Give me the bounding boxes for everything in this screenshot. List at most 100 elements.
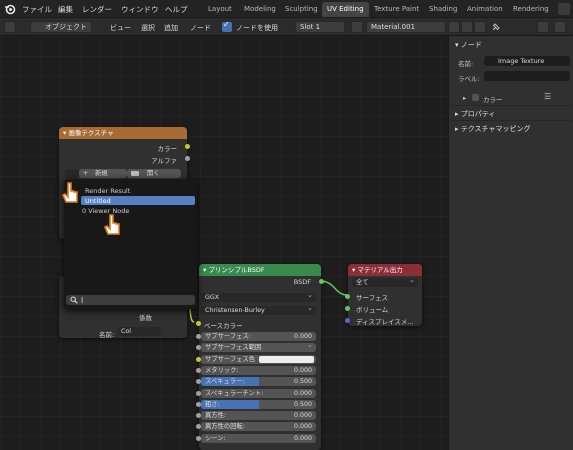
plus-icon: + <box>83 170 89 177</box>
menu-node[interactable]: ノード <box>190 23 211 33</box>
base-color-label: ベースカラー <box>204 322 243 330</box>
bsdf-input-field[interactable]: 粗さ: 0.500 <box>201 399 316 409</box>
displacement-label: ディスプレイスメ... <box>356 318 414 326</box>
tab-uv-editing[interactable]: UV Editing <box>322 2 369 17</box>
tab-modeling[interactable]: Modeling <box>239 2 281 17</box>
pointer-hand-icon <box>104 214 120 235</box>
bsdf-input-label: スペキュラー: <box>205 378 245 386</box>
menu-add[interactable]: 追加 <box>164 23 178 33</box>
bsdf-output-socket[interactable] <box>319 279 324 284</box>
menu-select[interactable]: 選択 <box>141 23 155 33</box>
bsdf-input-value: 0.000 <box>293 389 312 397</box>
menu-view[interactable]: ビュー <box>110 23 131 33</box>
image-browse-popup[interactable]: Render Result Untitled 0 Viewer Node | <box>64 179 197 309</box>
output-node-header[interactable]: ▾ マテリアル出力 <box>348 264 422 276</box>
image-texture-node-title: 画像テクスチャ <box>68 129 114 137</box>
texture-mapping-section-header[interactable]: ▸ テクスチャマッピング <box>455 124 530 134</box>
bsdf-input-field[interactable]: サブサーフェス色 <box>201 354 316 364</box>
bsdf-input-field[interactable]: 異方性の回転: 0.000 <box>201 422 316 432</box>
menu-window[interactable]: ウィンドウ <box>121 4 159 15</box>
tab-layout[interactable]: Layout <box>203 2 237 17</box>
bsdf-input-field[interactable]: 異方性: 0.000 <box>201 411 316 421</box>
properties-section-title: プロパティ <box>460 110 496 118</box>
output-alpha-socket[interactable] <box>185 156 190 161</box>
popup-search-field[interactable]: | <box>66 295 195 305</box>
panel-name-label: 名前: <box>458 60 474 68</box>
editor-type-icon[interactable] <box>4 21 16 33</box>
tab-rendering[interactable]: Rendering <box>508 2 554 17</box>
bsdf-input-field[interactable]: スペキュラーチント: 0.000 <box>201 388 316 398</box>
factor-label: 係数 <box>139 314 152 322</box>
principled-bsdf-node[interactable]: ▾ プリンシプルBSDF BSDF GGX Christensen-Burley… <box>196 264 324 450</box>
displacement-socket[interactable] <box>345 318 350 323</box>
material-browse-icon[interactable] <box>351 21 363 33</box>
new-image-button[interactable]: + 新規 <box>79 169 127 178</box>
image-texture-node-header[interactable]: ▾ 画像テクスチャ <box>59 127 187 139</box>
menu-edit[interactable]: 編集 <box>58 4 73 15</box>
name-field[interactable]: Col <box>117 327 161 336</box>
blender-logo-icon[interactable] <box>4 3 16 15</box>
node-editor-header: オブジェクト ビュー 選択 追加 ノード ノードを使用 Slot 1 Mater… <box>0 18 573 36</box>
open-image-button[interactable]: 開く <box>127 169 181 178</box>
image-browse-icon[interactable] <box>65 169 79 178</box>
menu-file[interactable]: ファイル <box>22 4 52 15</box>
bsdf-input-label: 粗さ: <box>205 400 220 408</box>
bsdf-input-label: 異方性の回転: <box>205 423 245 431</box>
subsurface-method-dropdown[interactable]: Christensen-Burley <box>201 304 316 315</box>
menu-help[interactable]: ヘルプ <box>165 4 188 15</box>
volume-socket[interactable] <box>345 306 350 311</box>
surface-socket[interactable] <box>345 294 350 299</box>
tab-sculpting[interactable]: Sculpting <box>280 2 323 17</box>
output-color-socket[interactable] <box>185 144 190 149</box>
distribution-dropdown[interactable]: GGX <box>201 291 316 302</box>
bsdf-input-label: サブサーフェス: <box>205 333 251 340</box>
color-subpanel-arrow-icon[interactable]: ▸ <box>463 94 466 102</box>
new-image-label: 新規 <box>95 170 108 177</box>
use-nodes-checkbox[interactable] <box>222 20 232 32</box>
bsdf-input-value: 0.500 <box>293 400 312 408</box>
tab-animation[interactable]: Animation <box>462 2 508 17</box>
scene-icon[interactable] <box>558 3 570 15</box>
fake-user-shield-icon[interactable] <box>448 21 460 33</box>
subsurface-color-swatch[interactable] <box>259 355 314 363</box>
color-checkbox[interactable] <box>472 94 479 101</box>
expand-icon: ⌄ <box>307 341 313 350</box>
slot-dropdown[interactable]: Slot 1 <box>295 21 345 33</box>
panel-label-field[interactable] <box>484 71 570 81</box>
duplicate-material-icon[interactable] <box>461 21 473 33</box>
open-image-label: 開く <box>147 170 160 177</box>
node-editor-canvas[interactable]: ▾ 画像テクスチャ カラー アルファ + 新規 開く 係数 名前: Col ▾ プ… <box>0 36 448 450</box>
tab-texture-paint[interactable]: Texture Paint <box>369 2 424 17</box>
material-output-node[interactable]: ▾ マテリアル出力 全て サーフェス ボリューム ディスプレイスメ... <box>345 264 422 326</box>
popup-item-untitled[interactable]: Untitled <box>85 197 111 205</box>
menu-render[interactable]: レンダー <box>82 4 112 15</box>
output-color-label: カラー <box>157 145 178 153</box>
output-target-dropdown[interactable]: 全て <box>352 276 418 287</box>
pin-icon[interactable] <box>490 21 502 33</box>
divider <box>451 120 572 121</box>
node-section-header[interactable]: ▾ ノード <box>455 40 482 50</box>
bsdf-input-field[interactable]: スペキュラー: 0.500 <box>201 377 316 387</box>
unlink-x-icon[interactable] <box>474 21 486 33</box>
color-subpanel-label: カラー <box>483 96 503 104</box>
backdrop-toggle-icon[interactable] <box>537 21 549 33</box>
list-icon[interactable]: ☰ <box>544 92 551 101</box>
material-name-field[interactable]: Material.001 <box>366 21 446 33</box>
search-icon <box>70 296 78 304</box>
bsdf-input-field[interactable]: サブサーフェス範囲 ⌄ <box>201 341 316 353</box>
bsdf-input-field[interactable]: シーン: 0.000 <box>201 433 316 443</box>
base-color-socket[interactable] <box>196 321 201 326</box>
bsdf-input-field[interactable]: サブサーフェス: 0.000 <box>201 332 316 341</box>
properties-section-header[interactable]: ▸ プロパティ <box>455 109 495 119</box>
name-label: 名前: <box>99 331 115 339</box>
panel-name-field[interactable]: Image Texture <box>484 56 570 66</box>
snap-icon[interactable] <box>554 21 566 33</box>
tab-shading[interactable]: Shading <box>424 2 462 17</box>
shader-type-dropdown[interactable]: オブジェクト <box>30 21 92 33</box>
bsdf-node-header[interactable]: ▾ プリンシプルBSDF <box>199 264 321 276</box>
popup-item-render-result[interactable]: Render Result <box>85 187 130 195</box>
bsdf-input-label: 異方性: <box>205 412 227 420</box>
bsdf-input-field[interactable]: メタリック: 0.000 <box>201 365 316 375</box>
panel-label-label: ラベル: <box>458 75 480 83</box>
divider <box>451 105 572 106</box>
